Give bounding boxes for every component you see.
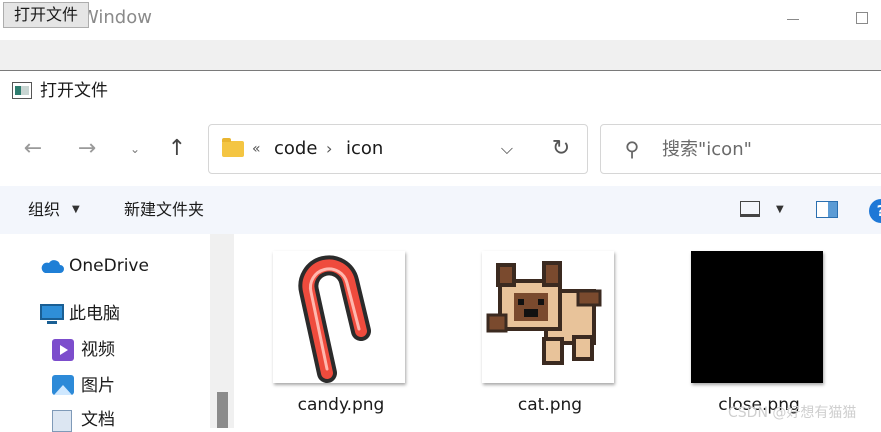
dialog-title: 打开文件 [40, 81, 108, 101]
nav-item-this-pc[interactable]: 此电脑 [69, 302, 120, 326]
minimize-button[interactable] [780, 8, 806, 30]
nav-item-documents[interactable]: 文档 [81, 408, 115, 432]
breadcrumb-item-code[interactable]: code [274, 136, 317, 162]
organize-dropdown-icon[interactable]: ▼ [72, 198, 80, 222]
file-thumbnail-candy[interactable] [273, 251, 405, 383]
dialog-app-icon [12, 82, 32, 99]
back-arrow-icon[interactable]: ← [20, 136, 46, 162]
folder-icon [222, 138, 244, 157]
new-folder-button[interactable]: 新建文件夹 [124, 198, 204, 222]
recent-locations-chevron-icon[interactable]: ⌄ [122, 136, 148, 162]
nav-item-onedrive[interactable]: OneDrive [69, 254, 149, 278]
refresh-icon[interactable]: ↻ [548, 136, 574, 162]
address-dropdown-chevron-icon[interactable]: ⌵ [494, 136, 520, 162]
search-icon: ⚲ [624, 137, 640, 161]
preview-pane-icon[interactable] [816, 201, 838, 218]
nav-item-pictures[interactable]: 图片 [81, 374, 115, 398]
forward-arrow-icon[interactable]: → [74, 136, 100, 162]
onedrive-icon [41, 260, 64, 273]
pixel-cat-icon [486, 261, 602, 365]
search-placeholder[interactable]: 搜索"icon" [662, 137, 752, 163]
breadcrumb-item-icon[interactable]: icon [346, 136, 383, 162]
breadcrumb-separator-icon[interactable]: › [326, 136, 332, 162]
file-name-cat[interactable]: cat.png [482, 394, 618, 416]
documents-icon [52, 410, 72, 432]
pictures-icon [52, 375, 74, 395]
view-mode-icon[interactable] [740, 201, 760, 217]
breadcrumb-overflow[interactable]: « [252, 138, 261, 160]
file-name-candy[interactable]: candy.png [273, 394, 409, 416]
maximize-button[interactable] [852, 8, 876, 30]
computer-icon [40, 304, 64, 324]
file-thumbnail-close[interactable] [691, 251, 823, 383]
address-bar[interactable] [208, 124, 588, 174]
candy-cane-icon [298, 255, 371, 383]
file-thumbnail-cat[interactable] [482, 251, 614, 383]
up-arrow-icon[interactable]: ↑ [164, 136, 190, 162]
videos-icon [52, 339, 74, 361]
view-dropdown-icon[interactable]: ▼ [776, 198, 784, 222]
open-file-button[interactable]: 打开文件 [3, 2, 90, 28]
organize-button[interactable]: 组织 [28, 198, 60, 222]
dialog-titlebar [0, 71, 881, 111]
nav-item-videos[interactable]: 视频 [81, 338, 115, 362]
watermark: CSDN @好想有猫猫 [728, 405, 857, 421]
main-toolbar [0, 40, 881, 70]
nav-scrollbar-thumb[interactable] [217, 392, 228, 428]
